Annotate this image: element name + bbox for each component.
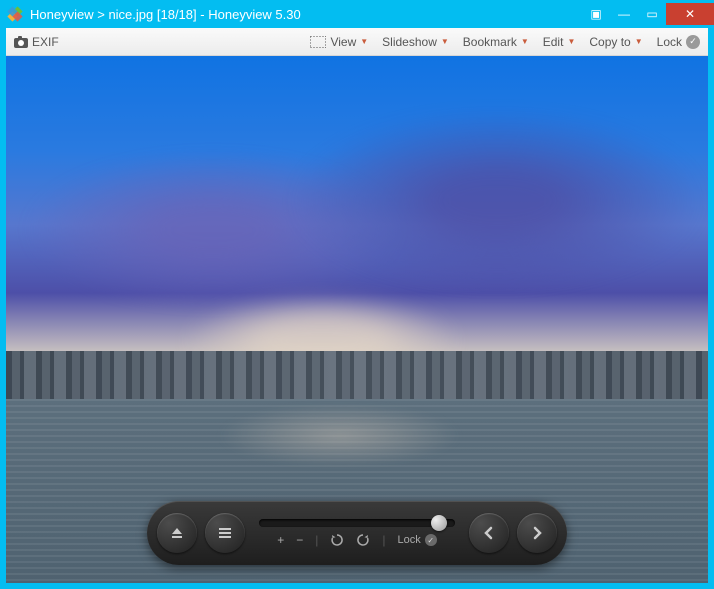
lock-label: Lock [657, 35, 682, 49]
toolbar: EXIF View ▼ Slideshow ▼ Bookmark ▼ Edit … [6, 28, 708, 56]
hamburger-icon [217, 525, 233, 541]
edit-menu[interactable]: Edit ▼ [543, 35, 576, 49]
exif-button[interactable]: EXIF [14, 35, 59, 49]
zoom-out-button[interactable]: − [296, 533, 303, 547]
app-logo-icon [6, 5, 24, 23]
prev-button[interactable] [469, 513, 509, 553]
lock-mini-label: Lock [398, 534, 421, 546]
edit-label: Edit [543, 35, 564, 49]
close-button[interactable]: ✕ [666, 3, 714, 25]
view-label: View [330, 35, 356, 49]
float-center: + − | | Lock ✓ [253, 519, 461, 547]
view-menu[interactable]: View ▼ [310, 35, 368, 49]
rotate-left-button[interactable] [330, 533, 344, 547]
undo-icon [330, 533, 344, 547]
redo-icon [356, 533, 370, 547]
separator: | [315, 533, 318, 547]
check-icon: ✓ [425, 534, 437, 546]
separator: | [382, 533, 385, 547]
chevron-down-icon: ▼ [360, 37, 368, 46]
next-button[interactable] [517, 513, 557, 553]
chevron-down-icon: ▼ [635, 37, 643, 46]
lock-button[interactable]: Lock ✓ [657, 35, 700, 49]
exif-label: EXIF [32, 35, 59, 49]
eject-button[interactable] [157, 513, 197, 553]
bookmark-menu[interactable]: Bookmark ▼ [463, 35, 529, 49]
rotate-right-button[interactable] [356, 533, 370, 547]
windowcontrol-extra-button[interactable]: ▣ [582, 3, 610, 25]
maximize-button[interactable]: ▭ [638, 3, 666, 25]
minimize-button[interactable]: — [610, 3, 638, 25]
slideshow-menu[interactable]: Slideshow ▼ [382, 35, 449, 49]
check-icon: ✓ [686, 35, 700, 49]
sub-controls: + − | | Lock ✓ [259, 533, 455, 547]
copy-to-menu[interactable]: Copy to ▼ [589, 35, 642, 49]
chevron-down-icon: ▼ [567, 37, 575, 46]
chevron-down-icon: ▼ [521, 37, 529, 46]
titlebar[interactable]: Honeyview > nice.jpg [18/18] - Honeyview… [0, 0, 714, 28]
bookmark-label: Bookmark [463, 35, 517, 49]
chevron-right-icon [530, 526, 544, 540]
slideshow-label: Slideshow [382, 35, 437, 49]
lock-toggle[interactable]: Lock ✓ [398, 534, 437, 546]
menu-button[interactable] [205, 513, 245, 553]
progress-slider[interactable] [259, 519, 455, 527]
window-title: Honeyview > nice.jpg [18/18] - Honeyview… [30, 7, 582, 22]
slider-thumb[interactable] [431, 515, 447, 531]
camera-icon [14, 36, 28, 48]
chevron-left-icon [482, 526, 496, 540]
app-window: EXIF View ▼ Slideshow ▼ Bookmark ▼ Edit … [6, 28, 708, 583]
zoom-in-button[interactable]: + [277, 533, 284, 547]
chevron-down-icon: ▼ [441, 37, 449, 46]
view-icon [310, 36, 326, 48]
floating-controls: + − | | Lock ✓ [147, 501, 567, 565]
image-viewport[interactable]: + − | | Lock ✓ [6, 56, 708, 583]
window-controls: ▣ — ▭ ✕ [582, 3, 714, 25]
copy-to-label: Copy to [589, 35, 630, 49]
eject-icon [169, 525, 185, 541]
